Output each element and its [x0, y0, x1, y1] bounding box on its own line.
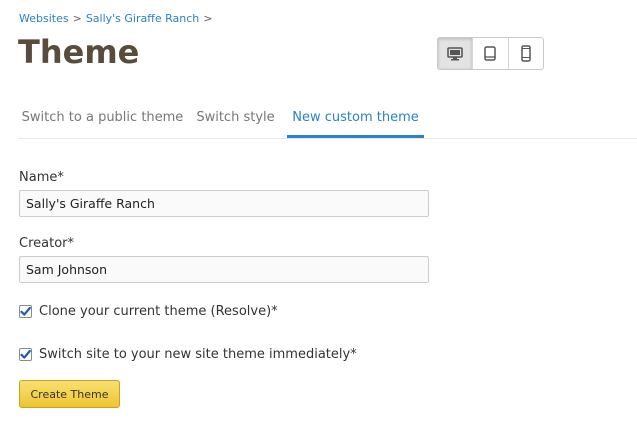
clone-theme-option: Clone your current theme (Resolve)* — [19, 304, 278, 319]
breadcrumb-separator: > — [72, 12, 82, 25]
breadcrumb-link-websites[interactable]: Websites — [19, 12, 69, 25]
creator-field[interactable] — [19, 256, 429, 283]
tablet-preview-button[interactable] — [472, 38, 507, 69]
checkmark-icon — [20, 306, 31, 316]
theme-tabs: Switch to a public theme Switch style Ne… — [19, 103, 637, 139]
name-label: Name* — [19, 170, 64, 185]
creator-label: Creator* — [19, 236, 74, 251]
name-field[interactable] — [19, 190, 429, 217]
breadcrumb: Websites > Sally's Giraffe Ranch > — [19, 12, 216, 26]
page-title: Theme — [18, 33, 140, 71]
breadcrumb-link-site[interactable]: Sally's Giraffe Ranch — [86, 12, 199, 25]
desktop-icon — [447, 46, 463, 60]
breadcrumb-separator-trailing: > — [203, 12, 213, 25]
create-theme-button[interactable]: Create Theme — [19, 380, 120, 408]
clone-theme-checkbox[interactable] — [19, 305, 32, 318]
tablet-icon — [484, 46, 497, 61]
switch-theme-option: Switch site to your new site theme immed… — [19, 347, 357, 362]
checkmark-icon — [20, 349, 31, 359]
tab-new-custom-theme[interactable]: New custom theme — [287, 103, 424, 138]
device-preview-toggle — [437, 37, 544, 70]
switch-theme-label: Switch site to your new site theme immed… — [39, 347, 357, 362]
phone-icon — [521, 45, 531, 62]
desktop-preview-button[interactable] — [438, 38, 473, 69]
tab-public-theme[interactable]: Switch to a public theme — [19, 103, 186, 138]
phone-preview-button[interactable] — [507, 38, 543, 69]
switch-theme-checkbox[interactable] — [19, 348, 32, 361]
tab-switch-style[interactable]: Switch style — [187, 103, 284, 138]
clone-theme-label: Clone your current theme (Resolve)* — [39, 304, 278, 319]
